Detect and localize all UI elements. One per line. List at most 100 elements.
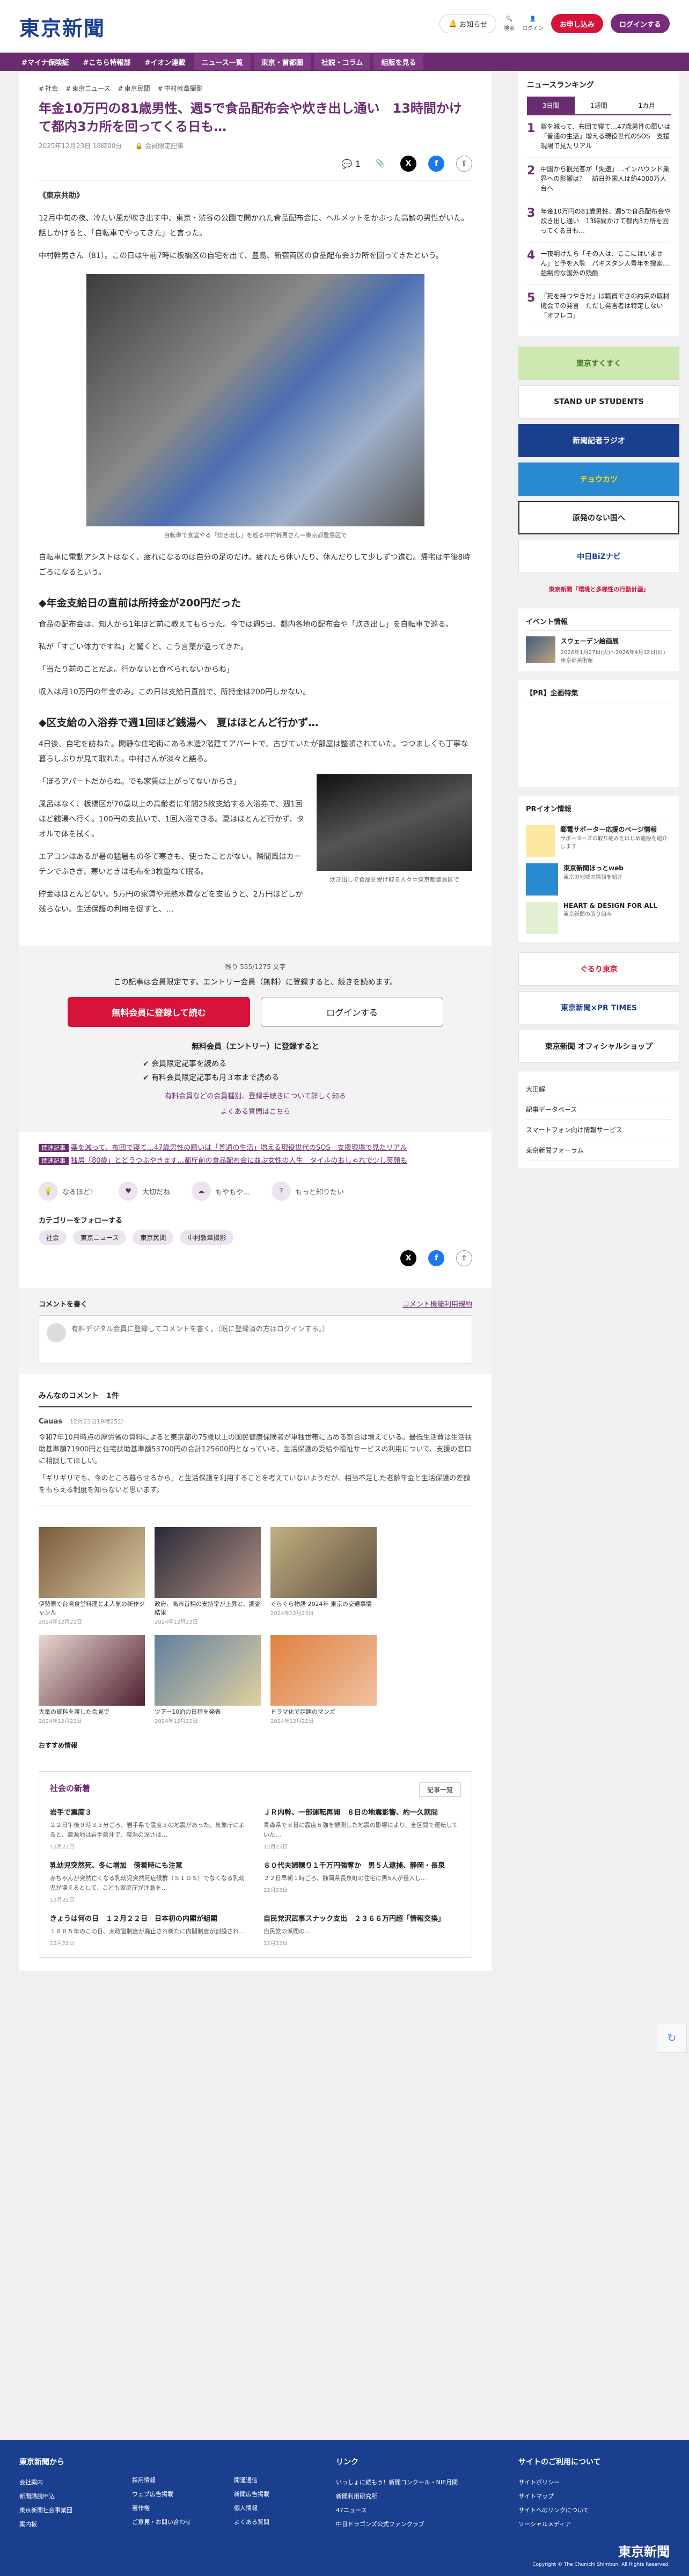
reaction-moyamoya[interactable]: ☁ もやもや… xyxy=(192,1181,250,1201)
faq-link[interactable]: よくある質問はこちら xyxy=(62,1106,449,1116)
footer-link[interactable]: ソーシャルメディア xyxy=(518,2518,626,2531)
tab-3days[interactable]: 3日間 xyxy=(527,97,575,114)
ranking-item[interactable]: 2 中国から観光客が「失速」…インバウンド業界への影響は？ 訪日外国人は約4000… xyxy=(527,158,671,200)
pr-item[interactable]: 郵電サポーター応援のページ情報 サポーターズの取り組みをはじめ施設を紹介します xyxy=(526,825,672,857)
thumb-card[interactable]: 大量の資料を渡した会見で 2024年12月22日 xyxy=(39,1635,145,1724)
thumb-card[interactable]: ぐらぐら物語 2024年 東京の交通事情 2024年12月23日 xyxy=(270,1527,377,1625)
login-button[interactable]: ログインする xyxy=(610,14,670,33)
banner-genpatsu[interactable]: 原発のない国へ xyxy=(518,501,679,534)
sidebar-link[interactable]: 記事データベース xyxy=(526,1099,672,1120)
related-link[interactable]: 独居「80歳」とどうつぶやきます…都庁前の食品配布会に並ぶ女性の人生 タイルのお… xyxy=(71,1157,407,1165)
footer-link[interactable]: 47ニュース xyxy=(336,2504,497,2518)
ranking-item[interactable]: 4 一夜明けたら「その人は、ここにはいません」と予を入覧 パキスタン人青年を捜索…… xyxy=(527,243,671,285)
footer-link[interactable]: サイトポリシー xyxy=(518,2476,626,2490)
news-item[interactable]: 岩手で震度３ ２２日午後９時３３分ごろ、岩手県で震度３の地震があった。気象庁による… xyxy=(50,1808,247,1850)
footer-link[interactable]: いっしょに続もう！新聞コンクール・NIE月間 xyxy=(336,2476,497,2490)
thumb-card[interactable]: ツアー10泊の日程を発表 2024年12月22日 xyxy=(155,1635,261,1724)
sidebar-link[interactable]: スマートフォン向け情報サービス xyxy=(526,1120,672,1140)
x-share-icon[interactable]: X xyxy=(400,1250,416,1266)
reaction-naruhodo[interactable]: 💡 なるほど！ xyxy=(39,1181,97,1201)
pr-item[interactable]: 東京新聞ほっとweb 東京の地域の情報を紹介 xyxy=(526,863,672,896)
tab-1week[interactable]: 1週間 xyxy=(575,97,622,114)
nav-item-tokuho[interactable]: #こちら特報部 xyxy=(78,57,136,67)
banner-radio[interactable]: 新聞記者ラジオ xyxy=(518,424,679,457)
register-free-button[interactable]: 無料会員に登録して読む xyxy=(68,997,250,1027)
footer-link[interactable]: 採用情報 xyxy=(132,2474,212,2487)
banner-shop[interactable]: 東京新聞 オフィシャルショップ xyxy=(518,1030,679,1063)
footer-link[interactable]: 中日ドラゴンズ公式ファンクラブ xyxy=(336,2518,497,2531)
tab-1month[interactable]: 1カ月 xyxy=(623,97,671,114)
facebook-share-icon[interactable]: f xyxy=(428,156,444,172)
thumb-card[interactable]: 伊勢原で台湾食堂料理とよ人気の新作ジャンル 2024年12月22日 xyxy=(39,1527,145,1625)
banner-sukusuku[interactable]: 東京すくすく xyxy=(518,347,679,380)
news-item[interactable]: ８０代夫婦轢り１千万円強奪か 男５人逮捕、静岡・長泉 ２２日早朝１時ごろ、静岡県長… xyxy=(263,1861,461,1903)
footer-link[interactable]: サイトマップ xyxy=(518,2490,626,2504)
comment-count-button[interactable]: 💬 1 xyxy=(342,159,361,169)
banner-biznavi[interactable]: 中日BiZナビ xyxy=(518,540,679,573)
membership-detail-link[interactable]: 有料会員などの会員種別、登録手続きについて詳しく知る xyxy=(62,1090,449,1100)
news-item[interactable]: 自民党沢武事スナック支出 ２３６６万円超「情報交換」 自民党の派閥の… 12月22日 xyxy=(263,1914,461,1947)
pr-item[interactable]: HEART & DESIGN FOR ALL 東京新聞の取り組み xyxy=(526,902,672,934)
banner-prtimes[interactable]: 東京新聞×PR TIMES xyxy=(518,991,679,1024)
news-item[interactable]: きょうは何の日 １２月２２日 日本初の内閣が組閣 １８８５年のこの日、太政官制度が… xyxy=(50,1914,247,1947)
footer-link[interactable]: サイトへのリンクについて xyxy=(518,2504,626,2518)
site-logo[interactable]: 東京新聞 xyxy=(19,12,105,41)
footer-link[interactable]: 会社案内 xyxy=(19,2476,111,2490)
ranking-item[interactable]: 3 年金10万円の81歳男性、週5で食品配布会や炊き出し通い 13時間かけて都内3… xyxy=(527,200,671,243)
footer-link[interactable]: 東京新聞社会事業団 xyxy=(19,2504,111,2518)
clip-icon[interactable]: 📎 xyxy=(372,156,389,172)
nav-item-tokyo[interactable]: 東京・首都圏 xyxy=(253,53,311,70)
banner-action-plan[interactable]: 東京新聞「環境と多様性の行動計画」 xyxy=(518,578,679,600)
nav-item-news-list[interactable]: ニュース一覧 xyxy=(194,53,251,70)
follow-tag[interactable]: 中村敦章撮影 xyxy=(180,1230,234,1245)
footer-link[interactable]: 開運通信 xyxy=(234,2474,314,2487)
footer-link[interactable]: 新聞広告掲載 xyxy=(234,2487,314,2501)
reaction-motto[interactable]: ? もっと知りたい xyxy=(272,1181,344,1201)
nav-item-aeon[interactable]: #イオン連載 xyxy=(140,57,191,67)
member-button[interactable]: 👤 ログイン xyxy=(522,16,544,32)
share-icon[interactable]: ⇪ xyxy=(456,156,472,172)
footer-link[interactable]: 個人情報 xyxy=(234,2501,314,2515)
search-button[interactable]: 🔍 検索 xyxy=(504,16,515,32)
nav-item-editorial[interactable]: 社説・コラム xyxy=(313,53,371,70)
event-item[interactable]: スウェーデン絵画展 2026年1月27日(火)～2026年4月12日(日) 東京都… xyxy=(526,636,672,664)
nav-item-myna[interactable]: #マイナ保険証 xyxy=(16,57,75,67)
paywall-login-button[interactable]: ログインする xyxy=(261,997,443,1027)
thumb-card[interactable]: 政府、高市首相の支持率が上昇と、調査結果 2024年12月23日 xyxy=(155,1527,261,1625)
x-share-icon[interactable]: X xyxy=(400,156,416,172)
ranking-item[interactable]: 5 「死を持つやきだ」は職員でさの約束の取材機会での発言 ただし発言者は特定しない… xyxy=(527,285,671,327)
banner-chokatsu[interactable]: チョウカツ xyxy=(518,463,679,496)
breadcrumb-item[interactable]: 中村敦章撮影 xyxy=(158,84,203,93)
banner-students[interactable]: STAND UP STUDENTS xyxy=(518,385,679,419)
news-item[interactable]: ＪＲ内幹、一部運転再開 ８日の地震影響、約一久就問 青森県で８日に震度６強を観測し… xyxy=(263,1808,461,1850)
reaction-taisetsu[interactable]: ♥ 大切だね xyxy=(119,1181,170,1201)
notice-button[interactable]: 🔔 お知らせ xyxy=(439,14,496,33)
footer-link[interactable]: 案内板 xyxy=(19,2518,111,2531)
footer-logo[interactable]: 東京新聞 xyxy=(532,2541,670,2560)
nav-item-print[interactable]: 組版を見る xyxy=(373,53,424,70)
footer-link[interactable]: 新聞購読申込 xyxy=(19,2490,111,2504)
facebook-share-icon[interactable]: f xyxy=(428,1250,444,1266)
sidebar-link[interactable]: 東京新聞フォーラム xyxy=(526,1140,672,1161)
comment-input[interactable]: 有料デジタル会員に登録してコメントを書く。（既に登録済の方はログインする。） xyxy=(39,1315,472,1363)
breadcrumb-item[interactable]: 東京民間 xyxy=(118,84,150,93)
comment-guide-link[interactable]: コメント機能利用規約 xyxy=(402,1298,472,1309)
follow-tag[interactable]: 社会 xyxy=(39,1230,67,1245)
footer-link[interactable]: ご意見・お問い合わせ xyxy=(132,2515,212,2529)
sidebar-link[interactable]: 大田解 xyxy=(526,1079,672,1099)
footer-link[interactable]: 新聞利用研究所 xyxy=(336,2490,497,2504)
recaptcha-badge[interactable]: ↻ xyxy=(657,2023,687,2053)
footer-link[interactable]: よくある質問 xyxy=(234,2515,314,2529)
breadcrumb-item[interactable]: 社会 xyxy=(39,84,58,93)
banner-gururi[interactable]: ぐるり東京 xyxy=(518,952,679,986)
follow-tag[interactable]: 東京民間 xyxy=(133,1230,174,1245)
news-item[interactable]: 乳幼児突然死、冬に増加 傍着時にも注意 赤ちゃんが突然亡くなる乳幼児突然死症候群（… xyxy=(50,1861,247,1903)
footer-link[interactable]: 著作権 xyxy=(132,2501,212,2515)
breadcrumb-item[interactable]: 東京ニュース xyxy=(65,84,110,93)
related-link[interactable]: 薬を減って、布団で寝て…47歳男性の願いは「普通の生活」増える現役世代のSOS … xyxy=(71,1144,407,1152)
ranking-item[interactable]: 1 薬を減って、布団で寝て…47歳男性の願いは「普通の生活」増える現役世代のSOS… xyxy=(527,115,671,158)
social-more-button[interactable]: 記事一覧 xyxy=(419,1782,461,1797)
share-icon[interactable]: ⇪ xyxy=(456,1250,472,1266)
thumb-card[interactable]: ドラマ化で話題のマンガ 2024年12月22日 xyxy=(270,1635,377,1724)
follow-tag[interactable]: 東京ニュース xyxy=(73,1230,127,1245)
